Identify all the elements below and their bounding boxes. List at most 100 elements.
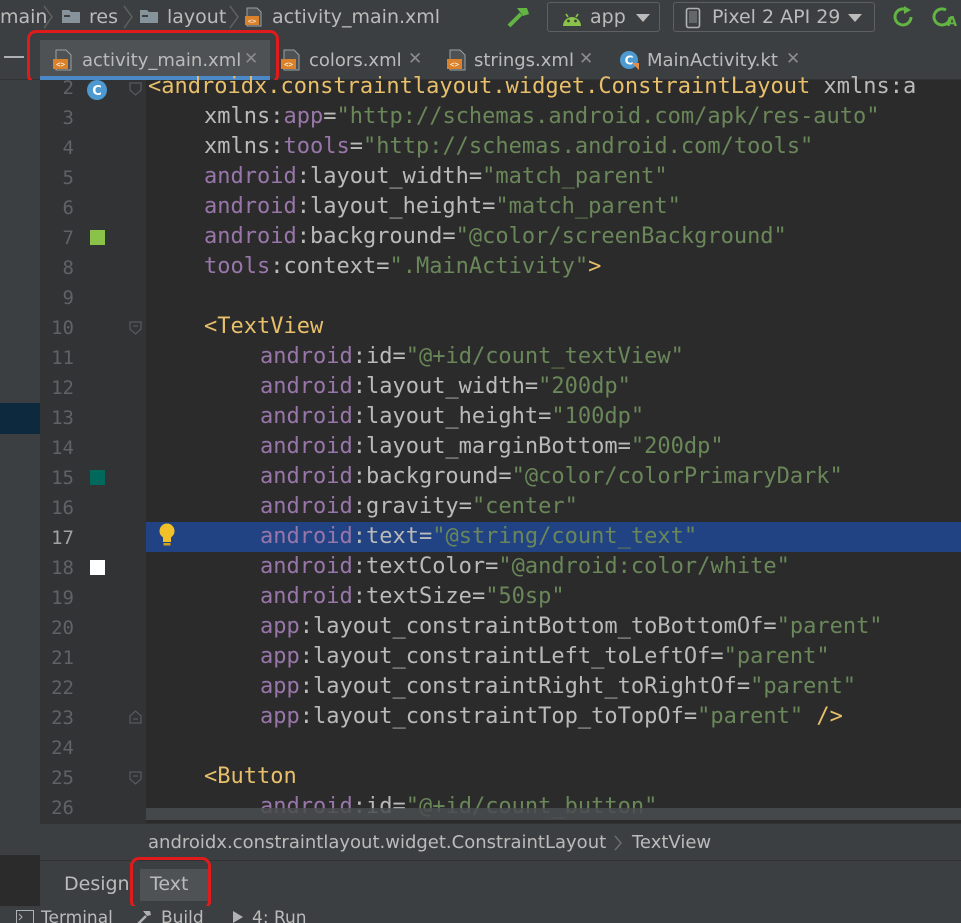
color-swatch[interactable] <box>90 230 105 245</box>
fold-icon[interactable] <box>129 82 142 96</box>
structure-breadcrumb: androidx.constraintlayout.widget.Constra… <box>40 823 961 860</box>
code-line: app:layout_constraintLeft_toLeftOf="pare… <box>260 644 830 669</box>
close-icon[interactable]: ✕ <box>579 49 593 69</box>
line-number: 10 <box>51 317 74 339</box>
svg-text:A: A <box>947 15 957 29</box>
code-line: app:layout_constraintBottom_toBottomOf="… <box>260 614 883 639</box>
code-line: xmlns:tools="http://schemas.android.com/… <box>204 134 814 159</box>
device-label: Pixel 2 API 29 <box>712 6 841 28</box>
tab-label: MainActivity.kt <box>647 50 778 71</box>
device-dropdown[interactable]: Pixel 2 API 29 <box>673 2 875 32</box>
chevron-right-icon <box>43 5 53 29</box>
run-configuration-dropdown[interactable]: app <box>547 2 660 32</box>
phone-icon <box>685 7 701 29</box>
horizontal-scrollbar[interactable] <box>146 808 961 820</box>
breadcrumb-res[interactable]: res <box>89 6 118 28</box>
line-number: 2 <box>62 77 74 99</box>
line-number: 13 <box>51 407 74 429</box>
code-line: <TextView <box>204 314 324 339</box>
breadcrumb-textview[interactable]: TextView <box>632 832 711 853</box>
android-icon <box>563 13 581 26</box>
folder-icon <box>140 10 158 23</box>
svg-text:<>: <> <box>450 60 460 69</box>
lightbulb-icon[interactable] <box>156 522 178 548</box>
close-icon[interactable]: ✕ <box>786 49 800 69</box>
close-icon[interactable]: ✕ <box>244 49 258 69</box>
xml-file-icon: <> <box>447 49 466 71</box>
line-number: 16 <box>51 497 74 519</box>
line-number: 8 <box>62 257 74 279</box>
close-icon[interactable]: ✕ <box>408 49 422 69</box>
code-line: app:layout_constraintTop_toTopOf="parent… <box>260 704 843 729</box>
breadcrumb-constraintlayout[interactable]: androidx.constraintlayout.widget.Constra… <box>148 832 606 853</box>
breadcrumb-main[interactable]: main <box>0 6 47 28</box>
xml-file-icon: <> <box>281 49 300 71</box>
xml-file-icon: <> <box>245 7 262 27</box>
fold-icon[interactable] <box>129 771 142 785</box>
tab-design[interactable]: Design <box>54 869 140 901</box>
color-swatch[interactable] <box>90 470 105 485</box>
color-swatch[interactable] <box>90 560 105 575</box>
code-line: android:gravity="center" <box>260 494 578 519</box>
folder-icon <box>62 10 80 23</box>
selected-tree-item <box>0 403 40 434</box>
fold-icon[interactable] <box>129 710 142 724</box>
terminal-tool-button[interactable]: Terminal <box>41 908 113 923</box>
line-number: 21 <box>51 647 74 669</box>
fold-icon[interactable] <box>129 321 142 335</box>
line-number: 18 <box>51 557 74 579</box>
breadcrumb-file[interactable]: activity_main.xml <box>272 6 440 28</box>
kotlin-class-icon[interactable]: C <box>85 78 109 102</box>
tab-label: activity_main.xml <box>82 50 242 71</box>
code-line: android:background="@color/screenBackgro… <box>204 224 787 249</box>
navigation-toolbar: main res layout <> activity_main.xml app… <box>0 0 961 36</box>
line-number: 24 <box>51 737 74 759</box>
svg-text:<>: <> <box>56 60 66 69</box>
tool-window-bar: Terminal Build 4: Run <box>0 906 961 923</box>
chevron-right-icon <box>229 5 239 29</box>
line-number: 22 <box>51 677 74 699</box>
xml-file-icon: <> <box>53 49 72 71</box>
kotlin-class-icon: C <box>620 51 639 70</box>
chevron-right-icon <box>123 5 133 29</box>
build-tool-button[interactable]: Build <box>161 908 204 923</box>
minimize-icon[interactable] <box>4 56 24 58</box>
line-number: 7 <box>62 227 74 249</box>
chevron-down-icon <box>848 14 862 22</box>
code-line: android:textColor="@android:color/white" <box>260 554 790 579</box>
code-line: android:layout_width="200dp" <box>260 374 631 399</box>
run-tool-button[interactable]: 4: Run <box>252 908 307 923</box>
line-number: 25 <box>51 767 74 789</box>
line-number: 4 <box>62 137 74 159</box>
hammer-icon[interactable] <box>505 4 531 30</box>
svg-text:<>: <> <box>284 60 294 69</box>
line-number: 14 <box>51 437 74 459</box>
code-line: android:textSize="50sp" <box>260 584 565 609</box>
line-number: 23 <box>51 707 74 729</box>
hammer-icon <box>137 911 151 923</box>
line-number: 19 <box>51 587 74 609</box>
terminal-icon <box>16 910 34 923</box>
apply-changes-icon[interactable]: A <box>930 5 961 29</box>
code-line: android:layout_width="match_parent" <box>204 164 668 189</box>
tab-label: strings.xml <box>474 50 574 71</box>
code-line: android:layout_height="match_parent" <box>204 194 681 219</box>
line-number: 15 <box>51 467 74 489</box>
line-number: 9 <box>62 287 74 309</box>
code-line: app:layout_constraintRight_toRightOf="pa… <box>260 674 857 699</box>
line-number-current: 17 <box>51 527 74 549</box>
code-line: tools:context=".MainActivity"> <box>204 254 602 279</box>
breadcrumb-layout[interactable]: layout <box>167 6 226 28</box>
line-number: 6 <box>62 197 74 219</box>
tab-text[interactable]: Text <box>140 869 208 901</box>
code-line: android:layout_height="100dp" <box>260 404 645 429</box>
line-number: 3 <box>62 107 74 129</box>
line-number: 20 <box>51 617 74 639</box>
code-line-current: android:text="@string/count_text" <box>260 524 698 549</box>
svg-text:C: C <box>625 54 634 68</box>
chevron-down-icon <box>636 14 650 22</box>
code-line: android:layout_marginBottom="200dp" <box>260 434 724 459</box>
line-number: 5 <box>62 167 74 189</box>
rerun-icon[interactable] <box>891 5 915 29</box>
tab-label: colors.xml <box>309 50 402 71</box>
